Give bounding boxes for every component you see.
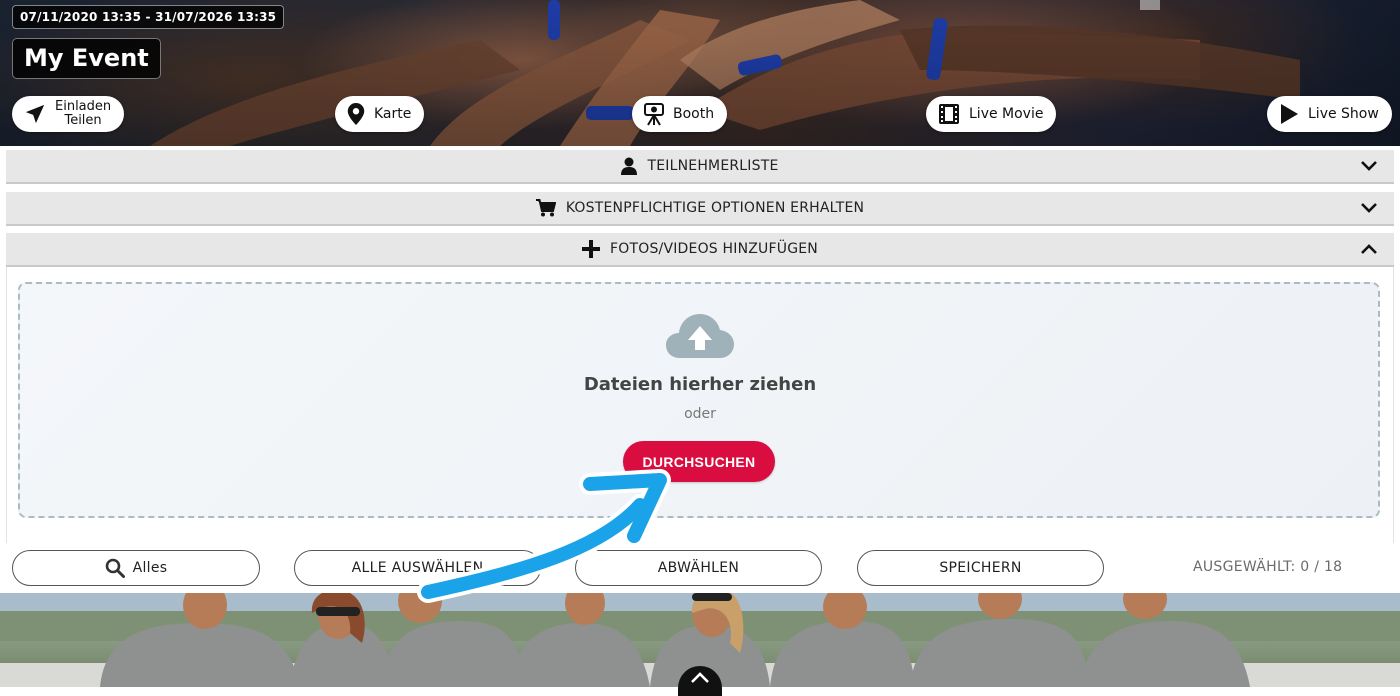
add-media-accordion-header[interactable]: FOTOS/VIDEOS HINZUFÜGEN <box>6 233 1394 267</box>
chevron-down-icon <box>1361 161 1377 171</box>
map-button[interactable]: Karte <box>335 96 425 132</box>
save-label: SPEICHERN <box>939 560 1022 576</box>
chevron-up-icon <box>1361 244 1377 254</box>
add-media-label: FOTOS/VIDEOS HINZUFÜGEN <box>610 241 818 257</box>
media-toolbar: Alles ALLE AUSWÄHLEN ABWÄHLEN SPEICHERN … <box>0 543 1400 593</box>
selected-count: AUSGEWÄHLT: 0 / 18 <box>1193 559 1343 575</box>
share-label: Teilen <box>64 113 102 128</box>
plus-icon <box>582 240 600 258</box>
invite-label: Einladen <box>55 99 112 114</box>
event-title: My Event <box>12 38 161 79</box>
browse-files-button[interactable]: DURCHSUCHEN <box>623 441 775 482</box>
booth-label: Booth <box>673 106 715 122</box>
event-hero-banner: 07/11/2020 13:35 - 31/07/2026 13:35 My E… <box>0 0 1400 146</box>
deselect-label: ABWÄHLEN <box>657 560 740 576</box>
camera-booth-icon <box>644 103 664 126</box>
chevron-up-icon <box>691 672 709 683</box>
user-icon <box>621 157 638 175</box>
participants-accordion-header[interactable]: TEILNEHMERLISTE <box>6 150 1394 184</box>
event-date-range: 07/11/2020 13:35 - 31/07/2026 13:35 <box>12 5 285 29</box>
paid-options-accordion-header[interactable]: KOSTENPFLICHTIGE OPTIONEN ERHALTEN <box>6 192 1394 226</box>
select-all-label: ALLE AUSWÄHLEN <box>351 560 484 576</box>
send-icon <box>25 104 45 124</box>
cloud-upload-icon <box>666 314 734 358</box>
live-movie-label: Live Movie <box>969 106 1044 122</box>
save-button[interactable]: SPEICHERN <box>857 550 1104 586</box>
map-label: Karte <box>374 106 412 122</box>
filter-all-button[interactable]: Alles <box>12 550 260 586</box>
search-icon <box>105 558 125 578</box>
dropzone-title: Dateien hierher ziehen <box>583 374 817 395</box>
film-icon <box>939 104 959 124</box>
map-pin-icon <box>347 103 365 125</box>
play-icon <box>1281 104 1298 124</box>
deselect-button[interactable]: ABWÄHLEN <box>575 550 822 586</box>
chevron-down-icon <box>1361 203 1377 213</box>
invite-share-button[interactable]: Einladen Teilen <box>12 96 125 132</box>
booth-button[interactable]: Booth <box>632 96 728 132</box>
live-show-button[interactable]: Live Show <box>1267 96 1392 132</box>
cart-icon <box>535 199 556 217</box>
live-show-label: Live Show <box>1308 106 1379 122</box>
dropzone-or-text: oder <box>684 406 716 422</box>
select-all-button[interactable]: ALLE AUSWÄHLEN <box>294 550 541 586</box>
participants-label: TEILNEHMERLISTE <box>647 158 779 174</box>
live-movie-button[interactable]: Live Movie <box>926 96 1057 132</box>
filter-all-label: Alles <box>132 560 168 576</box>
paid-options-label: KOSTENPFLICHTIGE OPTIONEN ERHALTEN <box>565 200 865 216</box>
